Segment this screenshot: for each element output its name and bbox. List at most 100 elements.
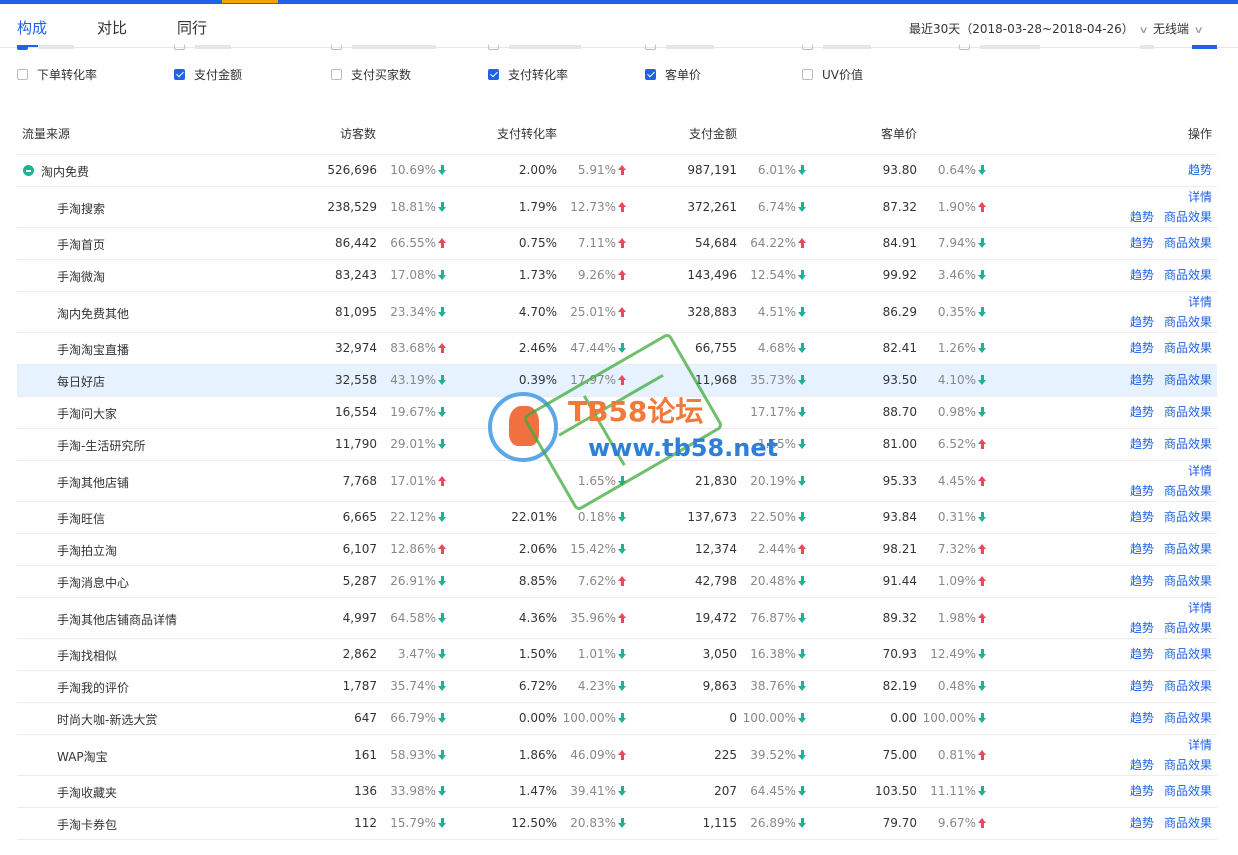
table-row[interactable]: 手淘淘宝直播 32,974 83.68% 2.46% 47.44% 66,755 4.68%…	[17, 333, 1217, 365]
checkbox-uv-value[interactable]: UV价值	[802, 66, 863, 83]
device-select[interactable]: 无线端 ∨	[1153, 20, 1204, 37]
visitors-value: 4,997	[342, 611, 377, 625]
detail-link[interactable]: 详情	[1188, 295, 1212, 309]
table-row[interactable]: WAP淘宝 161 58.93% 1.86% 46.09% 225 39.52% 75.00 0…	[17, 735, 1217, 776]
checkbox-pay-conversion[interactable]: 支付转化率	[488, 66, 568, 83]
trend-link[interactable]: 趋势	[1130, 210, 1154, 224]
trend-link[interactable]: 趋势	[1130, 405, 1154, 419]
product-effect-link[interactable]: 商品效果	[1164, 784, 1212, 798]
table-row[interactable]: 手淘首页 86,442 66.55% 0.75% 7.11% 54,684 64.22% 84…	[17, 228, 1217, 260]
date-range-select[interactable]: 最近30天（2018-03-28~2018-04-26） ∨	[909, 20, 1149, 37]
clipped-link[interactable]	[1192, 45, 1217, 49]
table-row[interactable]: 手淘搜索 238,529 18.81% 1.79% 12.73% 372,261 6.74%…	[17, 187, 1217, 228]
trend-link[interactable]: 趋势	[1130, 236, 1154, 250]
table-row[interactable]: 手淘拍立淘 6,107 12.86% 2.06% 15.42% 12,374 2.44% 98…	[17, 534, 1217, 566]
amount-change: 38.76%	[750, 679, 807, 693]
trend-link[interactable]: 趋势	[1130, 437, 1154, 451]
trend-link[interactable]: 趋势	[1130, 621, 1154, 635]
checkbox-partial[interactable]	[174, 45, 185, 50]
trend-link[interactable]: 趋势	[1130, 510, 1154, 524]
table-row[interactable]: 手淘收藏夹 136 33.98% 1.47% 39.41% 207 64.45% 103.50…	[17, 776, 1217, 808]
product-effect-link[interactable]: 商品效果	[1164, 373, 1212, 387]
trend-link[interactable]: 趋势	[1130, 816, 1154, 830]
arrow-down-icon	[978, 786, 987, 796]
product-effect-link[interactable]: 商品效果	[1164, 341, 1212, 355]
table-row[interactable]: 手淘问大家 16,554 19.67% 17.17% 88.70 0.98% 趋势 商品效果	[17, 397, 1217, 429]
product-effect-link[interactable]: 商品效果	[1164, 816, 1212, 830]
table-row[interactable]: 手淘-生活研究所 11,790 29.01% 1.55% 81.00 6.52% 趋势 商品效…	[17, 429, 1217, 461]
arrow-down-icon	[978, 512, 987, 522]
checkbox-order-conversion[interactable]: 下单转化率	[17, 66, 97, 83]
tab-compare[interactable]: 对比	[97, 17, 127, 38]
trend-link[interactable]: 趋势	[1130, 373, 1154, 387]
trend-link[interactable]: 趋势	[1130, 647, 1154, 661]
detail-link[interactable]: 详情	[1188, 601, 1212, 615]
product-effect-link[interactable]: 商品效果	[1164, 484, 1212, 498]
product-effect-link[interactable]: 商品效果	[1164, 268, 1212, 282]
amount-change-value: 20.48%	[750, 574, 796, 588]
detail-link[interactable]: 详情	[1188, 738, 1212, 752]
product-effect-link[interactable]: 商品效果	[1164, 621, 1212, 635]
product-effect-link[interactable]: 商品效果	[1164, 405, 1212, 419]
arrow-up-icon	[618, 238, 627, 248]
checkbox-partial[interactable]	[488, 45, 499, 50]
table-row[interactable]: 手淘微淘 83,243 17.08% 1.73% 9.26% 143,496 12.54% 9…	[17, 260, 1217, 292]
checkbox-pay-amount[interactable]: 支付金额	[174, 66, 242, 83]
trend-link[interactable]: 趋势	[1130, 679, 1154, 693]
product-effect-link[interactable]: 商品效果	[1164, 758, 1212, 772]
product-effect-link[interactable]: 商品效果	[1164, 574, 1212, 588]
product-effect-link[interactable]: 商品效果	[1164, 210, 1212, 224]
table-row[interactable]: 每日好店 32,558 43.19% 0.39% 17.97% 11,968 35.73% 9…	[17, 365, 1217, 397]
collapse-icon[interactable]	[23, 165, 34, 176]
conversion-change: 12.73%	[570, 200, 627, 214]
tab-composition[interactable]: 构成	[17, 17, 47, 38]
row-actions: 趋势 商品效果	[1130, 644, 1212, 664]
product-effect-link[interactable]: 商品效果	[1164, 236, 1212, 250]
checkbox-partial[interactable]	[17, 45, 28, 50]
amount-change-value: 17.17%	[750, 405, 796, 419]
product-effect-link[interactable]: 商品效果	[1164, 679, 1212, 693]
table-row[interactable]: 淘内免费 526,696 10.69% 2.00% 5.91% 987,191 6.01% 9…	[17, 155, 1217, 187]
checkbox-partial[interactable]	[959, 45, 970, 50]
tab-peers[interactable]: 同行	[177, 17, 207, 38]
detail-link[interactable]: 详情	[1188, 464, 1212, 478]
table-row[interactable]: 手淘消息中心 5,287 26.91% 8.85% 7.62% 42,798 20.48% 9…	[17, 566, 1217, 598]
product-effect-link[interactable]: 商品效果	[1164, 711, 1212, 725]
trend-link[interactable]: 趋势	[1130, 758, 1154, 772]
checkbox-partial[interactable]	[331, 45, 342, 50]
checkbox-label: 支付金额	[194, 68, 243, 82]
trend-link[interactable]: 趋势	[1130, 315, 1154, 329]
amount-change-value: 38.76%	[750, 679, 796, 693]
product-effect-link[interactable]: 商品效果	[1164, 510, 1212, 524]
checkbox-pay-buyers[interactable]: 支付买家数	[331, 66, 411, 83]
arrow-down-icon	[798, 439, 807, 449]
table-row[interactable]: 手淘找相似 2,862 3.47% 1.50% 1.01% 3,050 16.38% 70.9…	[17, 639, 1217, 671]
checkbox-partial[interactable]	[802, 45, 813, 50]
product-effect-link[interactable]: 商品效果	[1164, 437, 1212, 451]
table-row[interactable]: 手淘旺信 6,665 22.12% 22.01% 0.18% 137,673 22.50% 9…	[17, 502, 1217, 534]
table-row[interactable]: 手淘我的评价 1,787 35.74% 6.72% 4.23% 9,863 38.76% 82…	[17, 671, 1217, 703]
trend-link[interactable]: 趋势	[1130, 542, 1154, 556]
table-row[interactable]: 手淘卡券包 112 15.79% 12.50% 20.83% 1,115 26.89% 79.…	[17, 808, 1217, 840]
table-row[interactable]: 手淘其他店铺 7,768 17.01% 1.65% 21,830 20.19% 95.33 4…	[17, 461, 1217, 502]
trend-link[interactable]: 趋势	[1188, 163, 1212, 177]
trend-link[interactable]: 趋势	[1130, 341, 1154, 355]
trend-link[interactable]: 趋势	[1130, 484, 1154, 498]
amount-change: 4.68%	[758, 341, 807, 355]
product-effect-link[interactable]: 商品效果	[1164, 647, 1212, 661]
checkbox-partial[interactable]	[645, 45, 656, 50]
arrow-down-icon	[798, 307, 807, 317]
table-row[interactable]: 时尚大咖-新选大赏 647 66.79% 0.00% 100.00% 0 100.00% 0.…	[17, 703, 1217, 735]
product-effect-link[interactable]: 商品效果	[1164, 542, 1212, 556]
trend-link[interactable]: 趋势	[1130, 784, 1154, 798]
price-change: 4.10%	[938, 373, 987, 387]
table-row[interactable]: 淘内免费其他 81,095 23.34% 4.70% 25.01% 328,883 4.51…	[17, 292, 1217, 333]
table-row[interactable]: 手淘其他店铺商品详情 4,997 64.58% 4.36% 35.96% 19,472 76…	[17, 598, 1217, 639]
trend-link[interactable]: 趋势	[1130, 574, 1154, 588]
detail-link[interactable]: 详情	[1188, 190, 1212, 204]
trend-link[interactable]: 趋势	[1130, 711, 1154, 725]
product-effect-link[interactable]: 商品效果	[1164, 315, 1212, 329]
checkbox-avg-order[interactable]: 客单价	[645, 66, 701, 83]
main-tabs: 构成 对比 同行 最近30天（2018-03-28~2018-04-26） ∨ 无…	[0, 4, 1238, 48]
trend-link[interactable]: 趋势	[1130, 268, 1154, 282]
